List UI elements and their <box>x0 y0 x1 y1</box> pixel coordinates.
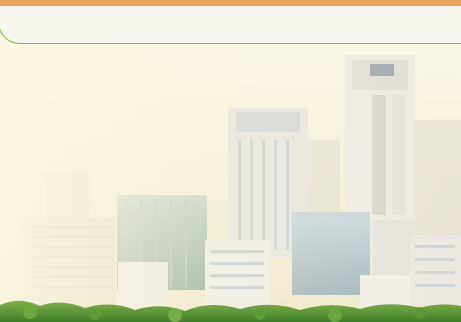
header-bar <box>0 6 461 44</box>
city-skyline-background <box>0 0 461 322</box>
app-window <box>0 0 461 322</box>
